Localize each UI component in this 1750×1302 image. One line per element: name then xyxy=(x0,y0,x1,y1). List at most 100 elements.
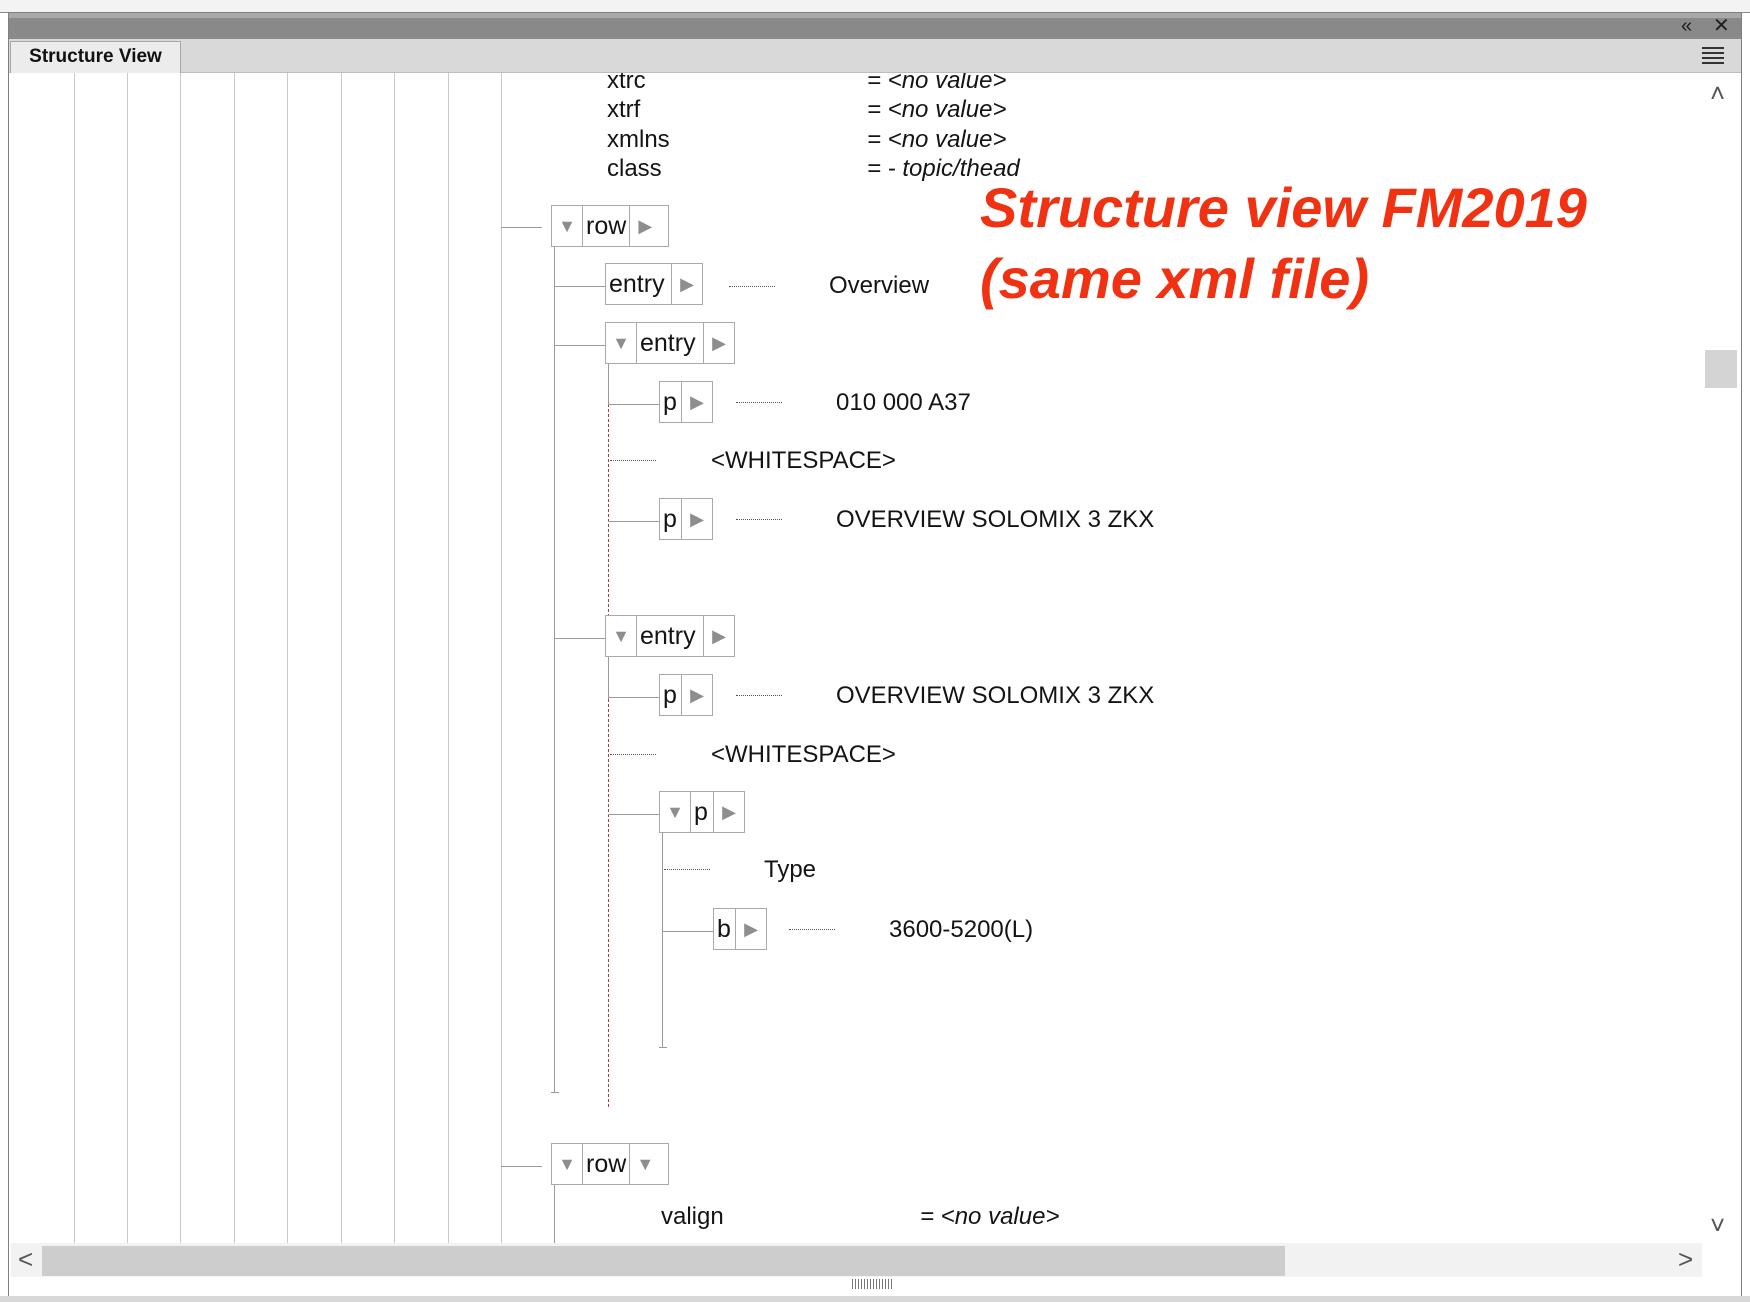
vertical-scroll-thumb[interactable] xyxy=(1705,350,1737,388)
element-entry[interactable]: ▼ entry ▶ xyxy=(605,615,735,657)
tree-connector xyxy=(659,1047,667,1048)
collapse-triangle-icon[interactable]: ▼ xyxy=(606,323,637,363)
element-p[interactable]: p ▶ xyxy=(659,381,713,423)
text-leader xyxy=(789,929,835,930)
element-row[interactable]: ▼ row ▼ xyxy=(551,1143,669,1185)
hamburger-icon[interactable] xyxy=(1700,44,1726,66)
element-label: p xyxy=(663,681,677,709)
text-leader xyxy=(610,460,656,461)
horizontal-scroll-thumb[interactable] xyxy=(42,1246,1285,1276)
indent-guide xyxy=(180,73,181,1243)
text-leader xyxy=(736,695,782,696)
collapse-panel-icon[interactable]: « xyxy=(1681,13,1692,39)
tree-connector xyxy=(554,1185,555,1243)
collapse-triangle-icon[interactable]: ▼ xyxy=(606,616,637,656)
indent-guide xyxy=(394,73,395,1243)
tree-connector xyxy=(554,286,605,287)
tree-connector xyxy=(608,404,659,405)
text-content[interactable]: OVERVIEW SOLOMIX 3 ZKX xyxy=(836,682,1154,710)
attribute-value[interactable]: = <no value> xyxy=(867,96,1006,124)
vertical-scrollbar[interactable] xyxy=(1702,73,1740,1243)
attribute-value[interactable]: = <no value> xyxy=(867,73,1006,95)
element-label: p xyxy=(694,798,708,826)
tree-connector xyxy=(501,1166,542,1167)
tree-connector xyxy=(554,247,555,1093)
text-leader xyxy=(610,754,656,755)
annotation-line-1: Structure view FM2019 xyxy=(980,176,1587,239)
element-entry[interactable]: entry ▶ xyxy=(605,263,703,305)
collapse-triangle-icon[interactable]: ▼ xyxy=(660,792,691,832)
scroll-right-icon[interactable]: > xyxy=(1678,1246,1693,1272)
scroll-down-icon[interactable]: ˅ xyxy=(1710,1212,1725,1238)
tree-connector xyxy=(554,638,605,639)
indent-guide xyxy=(341,73,342,1243)
element-entry[interactable]: ▼ entry ▶ xyxy=(605,322,735,364)
scroll-left-icon[interactable]: < xyxy=(18,1246,33,1272)
resize-grip-icon[interactable] xyxy=(852,1279,892,1289)
attribute-name: class xyxy=(607,155,662,182)
tree-connector xyxy=(608,657,609,699)
collapse-attributes-icon[interactable]: ▼ xyxy=(629,1144,660,1184)
element-row[interactable]: ▼ row ▶ xyxy=(551,205,669,247)
element-label: entry xyxy=(640,329,696,357)
tree-connector xyxy=(662,931,713,932)
expand-attributes-icon[interactable]: ▶ xyxy=(629,206,660,246)
window-bottom-edge xyxy=(0,1296,1750,1302)
tree-connector xyxy=(501,227,542,228)
text-leader xyxy=(729,286,775,287)
expand-attributes-icon[interactable]: ▶ xyxy=(703,616,734,656)
tab-bar xyxy=(9,39,1741,73)
text-content[interactable]: Overview xyxy=(829,272,929,300)
text-content[interactable]: Type xyxy=(764,856,816,884)
expand-attributes-icon[interactable]: ▶ xyxy=(713,792,744,832)
scroll-up-icon[interactable]: ˄ xyxy=(1710,80,1725,106)
element-label: row xyxy=(586,212,627,240)
tree-connector xyxy=(608,697,659,698)
expand-attributes-icon[interactable]: ▶ xyxy=(681,499,712,539)
element-label: entry xyxy=(609,270,665,298)
whitespace-node[interactable]: <WHITESPACE> xyxy=(711,447,896,475)
attribute-value[interactable]: = <no value> xyxy=(920,1203,1059,1231)
text-leader xyxy=(736,402,782,403)
text-content[interactable]: 3600-5200(L) xyxy=(889,916,1033,944)
whitespace-node[interactable]: <WHITESPACE> xyxy=(711,741,896,769)
text-content[interactable]: 010 000 A37 xyxy=(836,389,971,417)
expand-attributes-icon[interactable]: ▶ xyxy=(681,382,712,422)
attribute-name: xmlns xyxy=(607,126,670,153)
text-leader xyxy=(736,519,782,520)
tab-structure-view[interactable]: Structure View xyxy=(10,41,181,73)
indent-guide xyxy=(127,73,128,1243)
element-p[interactable]: ▼ p ▶ xyxy=(659,791,745,833)
expand-attributes-icon[interactable]: ▶ xyxy=(671,264,702,304)
tree-connector xyxy=(662,833,663,1048)
titlebar-highlight xyxy=(9,13,1741,18)
indent-guide xyxy=(448,73,449,1243)
expand-attributes-icon[interactable]: ▶ xyxy=(703,323,734,363)
text-content[interactable]: OVERVIEW SOLOMIX 3 ZKX xyxy=(836,506,1154,534)
tree-connector xyxy=(608,364,609,404)
insertion-line xyxy=(608,699,609,1107)
tree-connector xyxy=(551,1092,559,1093)
tree-connector xyxy=(608,814,659,815)
tree-connector xyxy=(608,521,659,522)
attribute-value[interactable]: = <no value> xyxy=(867,126,1006,154)
attribute-name: valign xyxy=(661,1203,724,1230)
annotation-line-2: (same xml file) xyxy=(980,247,1370,310)
collapse-triangle-icon[interactable]: ▼ xyxy=(552,1144,583,1184)
element-label: p xyxy=(663,505,677,533)
structure-tree-area[interactable]: xtrc = <no value> xtrf = <no value> xmln… xyxy=(11,73,1702,1243)
element-label: p xyxy=(663,388,677,416)
element-p[interactable]: p ▶ xyxy=(659,674,713,716)
expand-attributes-icon[interactable]: ▶ xyxy=(735,909,766,949)
attribute-name: xtrf xyxy=(607,96,641,123)
collapse-triangle-icon[interactable]: ▼ xyxy=(552,206,583,246)
indent-guide xyxy=(501,73,502,1243)
close-icon[interactable]: ✕ xyxy=(1713,13,1730,39)
element-label: b xyxy=(717,915,731,943)
tree-connector xyxy=(554,345,605,346)
indent-guide xyxy=(234,73,235,1243)
element-b[interactable]: b ▶ xyxy=(713,908,767,950)
element-p[interactable]: p ▶ xyxy=(659,498,713,540)
element-label: row xyxy=(586,1150,627,1178)
expand-attributes-icon[interactable]: ▶ xyxy=(681,675,712,715)
